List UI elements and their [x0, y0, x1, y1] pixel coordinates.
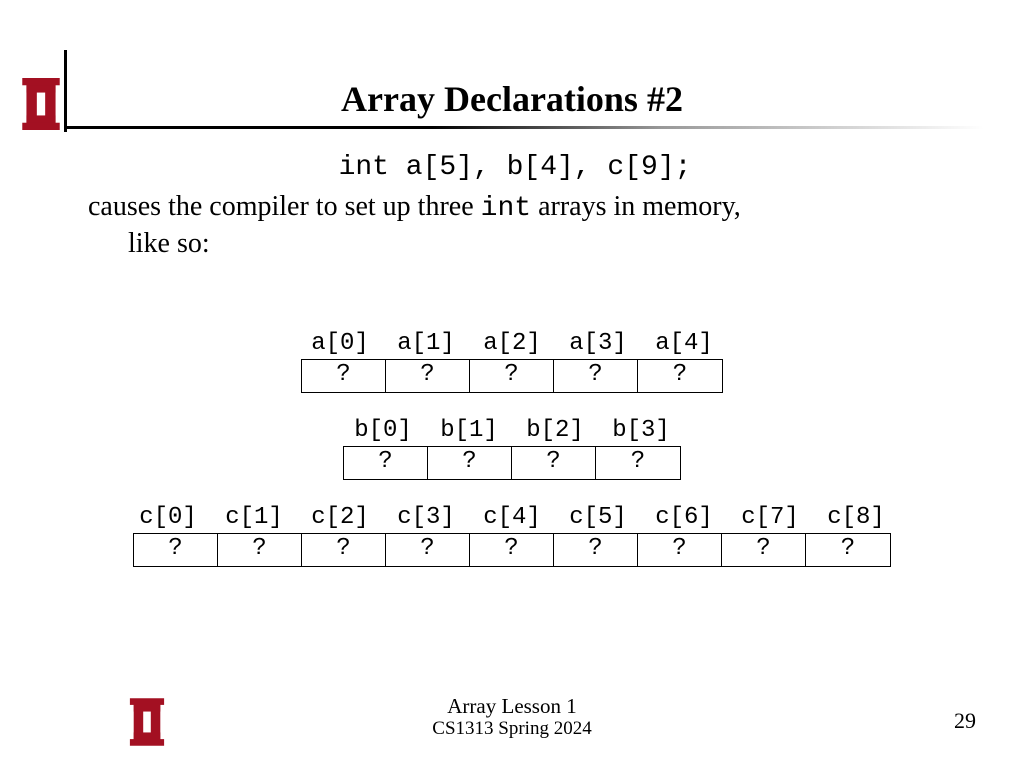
- array-cell: ?: [386, 534, 470, 566]
- array-cell: ?: [344, 447, 428, 479]
- array-cell: ?: [512, 447, 596, 479]
- array-c: c[0] c[1] c[2] c[3] c[4] c[5] c[6] c[7] …: [0, 504, 1024, 567]
- array-cell: ?: [596, 447, 680, 479]
- array-label: c[2]: [297, 504, 383, 531]
- array-label: c[6]: [641, 504, 727, 531]
- array-label: c[1]: [211, 504, 297, 531]
- array-label: c[3]: [383, 504, 469, 531]
- array-a: a[0] a[1] a[2] a[3] a[4] ? ? ? ? ?: [0, 330, 1024, 393]
- array-label: b[1]: [426, 417, 512, 444]
- array-b: b[0] b[1] b[2] b[3] ? ? ? ?: [0, 417, 1024, 480]
- array-label: b[2]: [512, 417, 598, 444]
- code-declaration: int a[5], b[4], c[9];: [80, 152, 950, 183]
- slide-title: Array Declarations #2: [0, 78, 1024, 120]
- array-cell: ?: [638, 534, 722, 566]
- array-label: c[4]: [469, 504, 555, 531]
- array-label: a[0]: [297, 330, 383, 357]
- array-cell: ?: [470, 360, 554, 392]
- array-cell: ?: [218, 534, 302, 566]
- array-a-cells: ? ? ? ? ?: [301, 359, 723, 393]
- array-cell: ?: [302, 534, 386, 566]
- array-label: b[0]: [340, 417, 426, 444]
- array-c-cells: ? ? ? ? ? ? ? ? ?: [133, 533, 891, 567]
- title-rule-horizontal: [64, 126, 984, 129]
- array-label: a[4]: [641, 330, 727, 357]
- array-cell: ?: [806, 534, 890, 566]
- array-b-labels: b[0] b[1] b[2] b[3]: [0, 417, 1024, 444]
- array-cell: ?: [722, 534, 806, 566]
- explain-before: causes the compiler to set up three: [88, 191, 481, 222]
- array-cell: ?: [428, 447, 512, 479]
- explain-inline-code: int: [481, 193, 531, 224]
- slide-footer: Array Lesson 1 CS1313 Spring 2024 29: [0, 690, 1024, 750]
- array-label: a[1]: [383, 330, 469, 357]
- explain-after: arrays in memory,: [531, 191, 741, 222]
- array-c-labels: c[0] c[1] c[2] c[3] c[4] c[5] c[6] c[7] …: [0, 504, 1024, 531]
- array-label: a[3]: [555, 330, 641, 357]
- arrays-diagram: a[0] a[1] a[2] a[3] a[4] ? ? ? ? ? b[0] …: [0, 330, 1024, 591]
- array-cell: ?: [134, 534, 218, 566]
- ou-logo-footer: [128, 698, 166, 746]
- array-cell: ?: [638, 360, 722, 392]
- array-cell: ?: [386, 360, 470, 392]
- slide-body: int a[5], b[4], c[9]; causes the compile…: [80, 152, 950, 261]
- array-label: c[5]: [555, 504, 641, 531]
- array-cell: ?: [470, 534, 554, 566]
- page-number: 29: [954, 708, 976, 734]
- array-label: c[8]: [813, 504, 899, 531]
- array-label: b[3]: [598, 417, 684, 444]
- array-label: c[0]: [125, 504, 211, 531]
- array-label: c[7]: [727, 504, 813, 531]
- explanation-text: causes the compiler to set up three int …: [80, 189, 950, 261]
- array-cell: ?: [302, 360, 386, 392]
- array-cell: ?: [554, 360, 638, 392]
- array-a-labels: a[0] a[1] a[2] a[3] a[4]: [0, 330, 1024, 357]
- array-b-cells: ? ? ? ?: [343, 446, 681, 480]
- explain-line-2: like so:: [88, 226, 950, 261]
- array-cell: ?: [554, 534, 638, 566]
- array-label: a[2]: [469, 330, 555, 357]
